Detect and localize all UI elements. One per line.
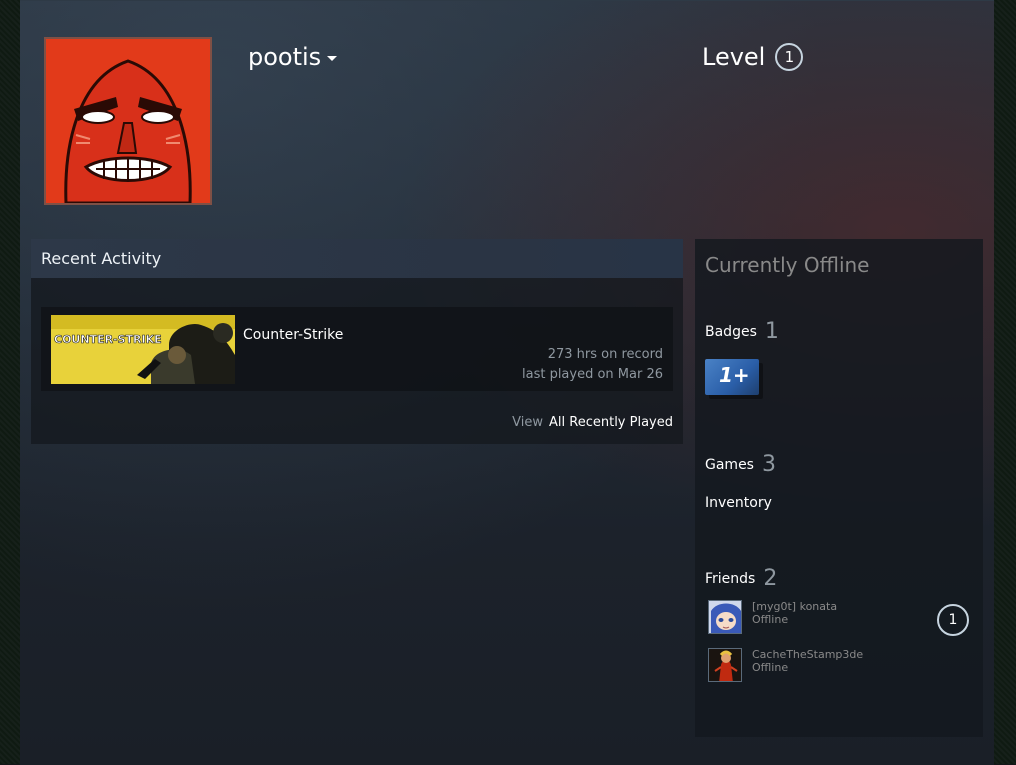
friend-name: CacheTheStamp3de <box>752 648 864 661</box>
inventory-link[interactable]: Inventory <box>705 495 772 511</box>
friend-item[interactable]: CacheTheStamp3de Offline <box>708 648 948 684</box>
konata-avatar-image <box>709 601 741 633</box>
online-status: Currently Offline <box>705 253 870 277</box>
friend-avatar <box>708 600 742 634</box>
persona-name: pootis <box>248 43 322 71</box>
friend-level-value: 1 <box>948 612 958 628</box>
profile-avatar[interactable] <box>44 37 212 205</box>
friends-link[interactable]: Friends 2 <box>705 566 777 591</box>
games-count: 3 <box>761 452 776 477</box>
level-value: 1 <box>784 48 795 66</box>
view-label: View <box>512 415 544 430</box>
recent-activity-panel: Recent Activity COUNTER-STRIKE Counter-S… <box>31 239 683 444</box>
profile-page: pootis Level 1 Recent Activity COUNTER-S… <box>20 0 994 765</box>
view-all-recently-played: View All Recently Played <box>512 415 673 430</box>
badge-icon[interactable]: 1+ <box>705 359 759 395</box>
badges-label: Badges <box>705 324 757 340</box>
badge-icon-text: 1+ <box>719 363 750 387</box>
recent-activity-header: Recent Activity <box>31 239 683 278</box>
counter-strike-capsule-art: COUNTER-STRIKE <box>51 315 235 384</box>
game-row: COUNTER-STRIKE Counter-Strike 273 hrs on… <box>41 307 673 391</box>
level-circle[interactable]: 1 <box>775 43 804 71</box>
badges-count: 1 <box>764 319 779 344</box>
game-hours: 273 hrs on record <box>547 347 663 362</box>
friends-count: 2 <box>763 566 778 591</box>
counter-strike-capsule[interactable]: COUNTER-STRIKE <box>51 315 235 384</box>
cachethestamp-avatar-image <box>709 649 741 681</box>
level-label: Level <box>702 43 766 71</box>
profile-level: Level 1 <box>702 43 804 71</box>
games-label: Games <box>705 457 754 473</box>
badges-link[interactable]: Badges 1 <box>705 319 779 344</box>
game-last-played: last played on Mar 26 <box>521 367 663 382</box>
persona-name-dropdown[interactable]: pootis <box>248 43 338 71</box>
capsule-title-text: COUNTER-STRIKE <box>54 333 162 346</box>
friends-label: Friends <box>705 571 756 587</box>
friend-status: Offline <box>752 613 789 626</box>
left-background-pattern <box>0 0 20 764</box>
friend-level-circle: 1 <box>937 604 969 636</box>
angry-face-avatar-image <box>46 39 210 203</box>
caret-down-icon <box>327 55 338 61</box>
friend-name: [myg0t] konata <box>752 600 838 613</box>
friend-item[interactable]: [myg0t] konata Offline <box>708 600 948 636</box>
game-name-link[interactable]: Counter-Strike <box>243 327 343 343</box>
profile-sidebar: Currently Offline Badges 1 1+ Games 3 Inve… <box>695 239 983 737</box>
friend-avatar <box>708 648 742 682</box>
friend-status: Offline <box>752 661 789 674</box>
games-link[interactable]: Games 3 <box>705 452 776 477</box>
right-background-pattern <box>994 0 1016 764</box>
all-recently-played-link[interactable]: All Recently Played <box>549 415 673 430</box>
